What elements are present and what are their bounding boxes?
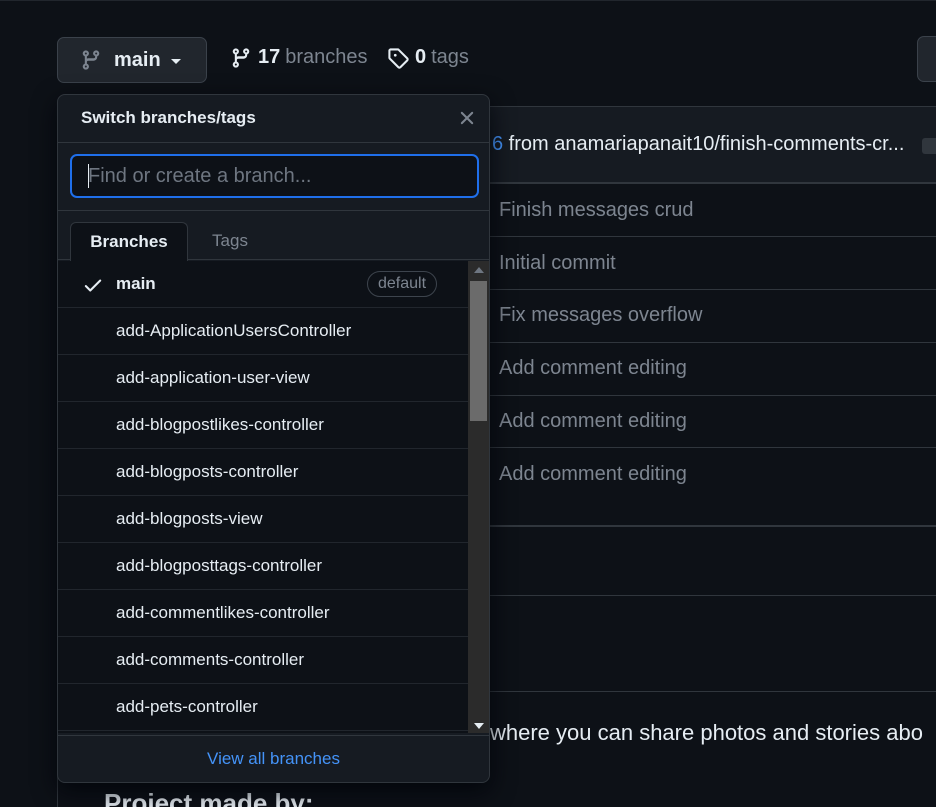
tab-tags[interactable]: Tags [193,222,267,260]
branch-item[interactable]: add-commentlikes-controller [58,590,468,637]
file-commit-message[interactable]: Add comment editing [499,463,687,486]
file-commit-message[interactable]: Fix messages overflow [499,304,702,327]
readme-heading: Project made by: [104,788,314,807]
branch-switcher-dropdown: Switch branches/tags Branches Tags main … [57,94,490,783]
git-branch-icon [232,47,250,68]
file-commit-message[interactable]: Initial commit [499,252,616,275]
branch-count: 17 [258,46,281,68]
tags-word: tags [431,46,469,68]
branch-item[interactable]: add-blogposts-view [58,496,468,543]
current-branch-label: main [114,48,161,71]
branch-item[interactable]: add-blogposttags-controller [58,543,468,590]
branch-name: add-blogposts-controller [116,462,299,481]
file-commit-message[interactable]: Add comment editing [499,410,687,433]
branch-name: add-application-user-view [116,368,310,387]
branch-search-input[interactable] [70,154,479,198]
dropdown-footer: View all branches [58,735,489,782]
branch-name: add-pets-controller [116,697,258,716]
scroll-thumb[interactable] [470,281,487,421]
ellipsis-button[interactable] [922,138,936,154]
scroll-up-arrow-icon[interactable] [474,267,484,273]
pr-number[interactable]: 6 [492,133,503,155]
tags-count-link[interactable]: 0 tags [387,46,469,69]
git-branch-icon [82,50,100,70]
branch-name: main [116,274,156,293]
code-button[interactable] [917,36,936,82]
branch-name: add-blogposts-view [116,509,263,528]
branches-count-link[interactable]: 17 branches [230,46,368,69]
branch-name: add-commentlikes-controller [116,603,330,622]
tab-branches[interactable]: Branches [70,222,188,261]
scroll-down-arrow-icon[interactable] [474,723,484,729]
branch-name: add-ApplicationUsersController [116,321,352,340]
readme-paragraph: where you can share photos and stories a… [490,720,923,745]
branch-item[interactable]: add-blogpostlikes-controller [58,402,468,449]
branch-item[interactable]: add-application-user-view [58,355,468,402]
divider [58,210,489,211]
scrollbar[interactable] [468,261,489,733]
branch-item-main[interactable]: main default [58,261,468,308]
close-icon[interactable] [456,107,478,129]
file-commit-message[interactable]: Add comment editing [499,357,687,380]
branch-name: add-blogpostlikes-controller [116,415,324,434]
tag-count: 0 [415,46,427,68]
branch-item[interactable]: add-pets-controller [58,684,468,731]
commit-message-text: from anamariapanait10/finish-comments-cr… [503,133,905,155]
file-commit-message[interactable]: Finish messages crud [499,199,694,222]
latest-commit-message[interactable]: 6 from anamariapanait10/finish-comments-… [492,133,904,156]
divider [58,142,489,143]
branches-word: branches [285,46,368,68]
view-all-branches-link[interactable]: View all branches [207,749,340,769]
branch-item[interactable]: add-blogposts-controller [58,449,468,496]
branch-item[interactable]: add-ApplicationUsersController [58,308,468,355]
tab-bar: Branches Tags [58,222,489,261]
caret-down-icon [170,59,181,64]
branch-name: add-comments-controller [116,650,305,669]
dropdown-title: Switch branches/tags [81,108,256,127]
branch-item[interactable]: add-comments-controller [58,637,468,684]
text-cursor [88,164,89,188]
branch-list: main default add-ApplicationUsersControl… [58,261,468,733]
branch-select-button[interactable]: main [57,37,207,83]
top-border [0,0,936,1]
tag-icon [388,47,409,69]
branch-name: add-blogposttags-controller [116,556,323,575]
check-icon [84,279,102,292]
default-badge: default [367,271,438,297]
